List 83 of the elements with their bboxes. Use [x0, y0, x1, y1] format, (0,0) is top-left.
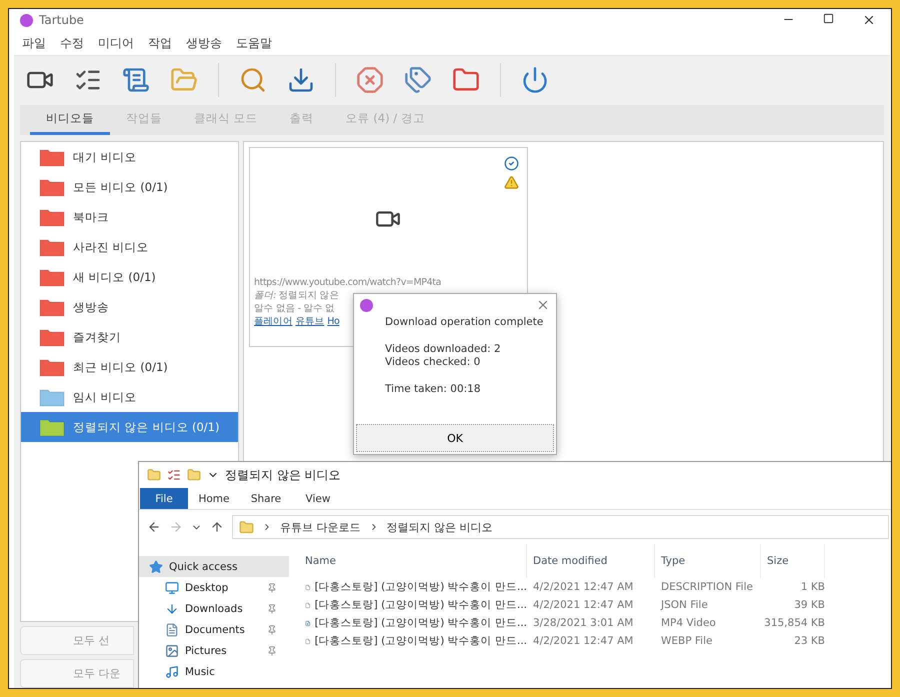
file-name[interactable]: [다홍스토랑] (고양이먹방) 박수홍이 만드...	[299, 578, 527, 596]
nav-item[interactable]: Documents	[139, 619, 289, 640]
breadcrumb-item[interactable]: 유튜브 다운로드	[280, 520, 360, 534]
window-title: Tartube	[39, 13, 85, 27]
file-name[interactable]: [다홍스토랑] (고양이먹방) 박수홍이 만드...	[299, 614, 527, 632]
power-icon[interactable]	[521, 66, 549, 94]
date-cell-text: 3/28/2021 3:01 AM	[532, 616, 634, 631]
desktop-icon	[165, 580, 179, 594]
nav-item[interactable]: Downloads	[139, 598, 289, 619]
column-header[interactable]: Size	[761, 544, 825, 578]
date-cell-text: 4/2/2021 12:47 AM	[532, 634, 634, 649]
file-name[interactable]: [다홍스토랑] (고양이먹방) 박수홍이 만드...	[299, 596, 527, 614]
magnifier-icon[interactable]	[239, 66, 267, 94]
app-logo-icon	[360, 298, 373, 312]
ok-button[interactable]: OK	[356, 424, 554, 452]
scroll-icon[interactable]	[122, 66, 150, 94]
folder-item[interactable]: 모든 비디오 (0/1)	[21, 172, 238, 202]
properties-icon[interactable]	[167, 468, 181, 482]
size-cell-text: 39 KB	[793, 598, 825, 613]
document-icon	[165, 622, 179, 636]
folder-item[interactable]: 임시 비디오	[21, 382, 238, 412]
dialog-heading: Download operation complete	[384, 316, 544, 329]
dialog-text: Videos downloaded: 2	[384, 343, 502, 356]
folder-item[interactable]: 최근 비디오 (0/1)	[21, 352, 238, 382]
stop-icon[interactable]	[356, 66, 384, 94]
nav-item[interactable]: Pictures	[139, 640, 289, 661]
folder-item[interactable]: 북마크	[21, 202, 238, 232]
file-name[interactable]: [다홍스토랑] (고양이먹방) 박수홍이 만드...	[299, 632, 527, 650]
type-cell-text: JSON File	[660, 598, 709, 613]
column-header[interactable]: Date modified	[527, 544, 655, 578]
folder-item[interactable]: 사라진 비디오	[21, 232, 238, 262]
folder-item[interactable]: 정렬되지 않은 비디오 (0/1)	[21, 412, 238, 442]
menu-item[interactable]: 미디어	[98, 35, 134, 51]
ribbon-tab[interactable]: File	[140, 488, 188, 509]
close-icon[interactable]	[862, 13, 876, 27]
folder-text: 폴더: 정렬되지 않은	[254, 289, 339, 302]
link[interactable]: Ho	[327, 316, 340, 327]
menu-item[interactable]: 파일	[22, 35, 46, 51]
music-note-icon	[165, 664, 179, 678]
warning-icon	[504, 175, 519, 190]
date-cell-text: 4/2/2021 12:47 AM	[532, 598, 634, 613]
menu-item[interactable]: 생방송	[186, 35, 222, 51]
dialog-text: Time taken: 00:18	[384, 383, 482, 396]
up-icon[interactable]	[210, 520, 224, 534]
menu-item[interactable]: 도움말	[236, 35, 272, 51]
download-icon	[165, 602, 179, 616]
picture-icon	[165, 644, 179, 658]
breadcrumb-item[interactable]: 정렬되지 않은 비디오	[386, 520, 492, 534]
link[interactable]: 플레이어	[254, 316, 292, 327]
video-url: https://www.youtube.com/watch?v=MP4ta	[254, 276, 441, 289]
status-text: 알수 없음 - 알수 없	[254, 302, 335, 315]
star-icon	[149, 560, 163, 574]
folder-icon	[239, 520, 254, 534]
size-cell-text: 23 KB	[793, 634, 825, 649]
address-bar[interactable]: 유튜브 다운로드 정렬되지 않은 비디오	[232, 515, 889, 539]
menu-item[interactable]: 수정	[60, 35, 84, 51]
folder-icon[interactable]	[452, 66, 480, 94]
folder-item[interactable]: 대기 비디오	[21, 142, 238, 172]
maximize-icon[interactable]	[823, 13, 834, 24]
column-header[interactable]: Name	[299, 544, 527, 578]
type-cell-text: DESCRIPTION File	[660, 580, 754, 595]
back-icon[interactable]	[147, 520, 161, 534]
folder-item[interactable]: 새 비디오 (0/1)	[21, 262, 238, 292]
column-header[interactable]: Type	[655, 544, 761, 578]
tags-icon[interactable]	[404, 66, 432, 94]
folder-item[interactable]: 즐겨찾기	[21, 322, 238, 352]
link[interactable]: 유튜브	[295, 316, 324, 327]
nav-item[interactable]: Desktop	[139, 577, 289, 598]
type-cell-text: MP4 Video	[660, 616, 717, 631]
window-title: 정렬되지 않은 비디오	[225, 466, 341, 484]
folder-item[interactable]: 생방송	[21, 292, 238, 322]
check-icon	[504, 156, 519, 171]
nav-item[interactable]: Music	[139, 661, 289, 682]
size-cell-text: 315,854 KB	[763, 616, 825, 631]
app-logo-icon	[20, 14, 33, 26]
menu-item[interactable]: 작업	[148, 35, 172, 51]
size-cell-text: 1 KB	[800, 580, 825, 595]
tab[interactable]: 비디오들	[30, 105, 110, 135]
type-cell-text: WEBP File	[660, 634, 714, 649]
date-cell-text: 4/2/2021 12:47 AM	[532, 580, 634, 595]
dialog-text: Videos checked: 0	[384, 356, 482, 369]
nav-item[interactable]: Quick access	[139, 556, 289, 577]
download-icon[interactable]	[287, 66, 315, 94]
